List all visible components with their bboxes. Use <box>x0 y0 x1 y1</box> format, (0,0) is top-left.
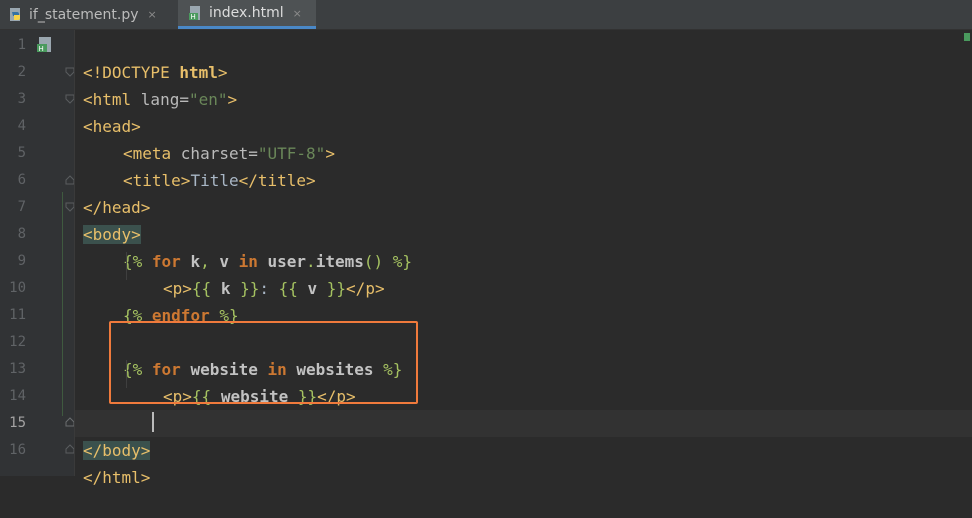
html-file-gutter-icon: H <box>37 37 51 53</box>
line-number: 1 <box>17 37 26 53</box>
code-line: <meta charset="UTF-8"> <box>75 113 972 163</box>
line-number: 3 <box>17 91 26 107</box>
line-number: 12 <box>9 334 26 350</box>
line-number: 7 <box>17 199 26 215</box>
line-number: 10 <box>9 280 26 296</box>
close-icon[interactable]: × <box>148 8 157 21</box>
scope-indicator <box>62 192 63 416</box>
code-line: </head> <box>75 167 972 217</box>
line-number: 5 <box>17 145 26 161</box>
editor-tab-bar: if_statement.py × H index.html × <box>0 0 972 30</box>
code-editor[interactable]: <!DOCTYPE html> <html lang="en"> <head> … <box>75 30 972 487</box>
line-number: 4 <box>17 118 26 134</box>
code-line: <!DOCTYPE html> <box>75 32 972 82</box>
line-number: 9 <box>17 253 26 269</box>
line-number: 8 <box>17 226 26 242</box>
code-line: <body> <box>75 194 972 244</box>
html-file-icon: H <box>188 5 204 21</box>
annotation-highlight-box <box>109 321 418 404</box>
line-number-current: 15 <box>9 415 26 431</box>
text-caret <box>152 412 154 432</box>
svg-text:H: H <box>39 45 44 53</box>
indent-guide <box>126 252 127 280</box>
tag-token: </html> <box>83 468 151 487</box>
line-number: 14 <box>9 388 26 404</box>
code-line: </html> <box>75 437 972 487</box>
close-icon[interactable]: × <box>293 7 302 20</box>
line-number: 11 <box>9 307 26 323</box>
code-line: {% endfor %} <box>75 275 972 325</box>
code-line-current: </body> <box>75 410 972 460</box>
line-number: 6 <box>17 172 26 188</box>
line-number: 13 <box>9 361 26 377</box>
line-number: 2 <box>17 64 26 80</box>
code-line: <p>{{ k }}: {{ v }}</p> <box>75 248 972 298</box>
code-line: {% for k, v in user.items() %} <box>75 221 972 271</box>
svg-text:H: H <box>191 13 196 21</box>
tab-if-statement-py[interactable]: if_statement.py × <box>0 0 177 29</box>
code-line: <head> <box>75 86 972 136</box>
inspection-ok-icon[interactable] <box>963 32 971 42</box>
code-line: <html lang="en"> <box>75 59 972 109</box>
code-line: <title>Title</title> <box>75 140 972 190</box>
line-number: 16 <box>9 442 26 458</box>
tab-label: index.html <box>209 5 284 21</box>
tab-label: if_statement.py <box>29 6 139 23</box>
python-file-icon <box>8 7 24 23</box>
tab-index-html[interactable]: H index.html × <box>178 0 316 29</box>
